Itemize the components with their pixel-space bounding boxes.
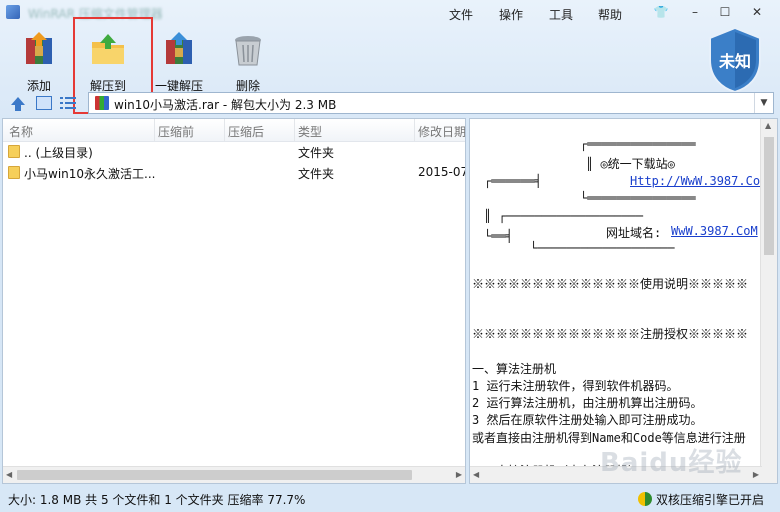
trash-bin-icon: [235, 36, 261, 66]
address-path: win10小马激活.rar - 解包大小为 2.3 MB: [114, 98, 337, 112]
preview-line: ┌═══════════════: [580, 137, 696, 151]
delete-button[interactable]: 删除: [216, 30, 280, 93]
column-type[interactable]: 类型: [298, 123, 322, 140]
menu-tools[interactable]: 工具: [549, 6, 573, 23]
status-summary: 大小: 1.8 MB 共 5 个文件和 1 个文件夹 压缩率 77.7%: [8, 493, 306, 507]
one-click-extract-icon: [166, 32, 192, 64]
vertical-scrollbar[interactable]: ▲: [760, 119, 777, 469]
file-name: 小马win10永久激活工...: [24, 167, 156, 181]
chevron-down-icon[interactable]: ▼: [754, 93, 773, 113]
engine-status-text: 双核压缩引擎已开启: [655, 493, 764, 507]
scrollbar-thumb[interactable]: [764, 137, 774, 255]
preview-line: └═══════════════: [580, 191, 696, 205]
preview-line: ║ ┌───────────────────: [484, 209, 643, 223]
scroll-right-icon[interactable]: ▶: [753, 470, 759, 479]
scrollbar-thumb[interactable]: [17, 470, 412, 480]
scroll-left-icon[interactable]: ◀: [6, 470, 12, 479]
preview-line: 1 运行未注册软件，得到软件机器码。: [472, 379, 679, 393]
list-item[interactable]: .. (上级目录) 文件夹: [3, 142, 465, 162]
scroll-right-icon[interactable]: ▶: [456, 470, 462, 479]
view-list-icon[interactable]: [60, 96, 76, 110]
preview-link[interactable]: WwW.3987.CoM: [671, 224, 758, 238]
folder-icon: [8, 166, 20, 179]
preview-link[interactable]: Http://WwW.3987.CoM: [630, 174, 762, 188]
preview-line: └───────────────────: [530, 241, 675, 255]
preview-line: 2 运行算法注册机，由注册机算出注册码。: [472, 396, 703, 410]
scroll-left-icon[interactable]: ◀: [473, 470, 479, 479]
file-date: 2015-07: [418, 165, 466, 179]
file-name: .. (上级目录): [24, 146, 93, 160]
list-item[interactable]: 小马win10永久激活工... 文件夹 2015-07: [3, 163, 465, 183]
baidu-watermark: Baidu经验: [600, 448, 743, 478]
add-button[interactable]: 添加: [7, 30, 71, 93]
preview-line: ┌══════╡: [484, 174, 542, 188]
file-list-header: 名称 压缩前 压缩后 类型 修改日期: [3, 119, 465, 142]
file-list[interactable]: 名称 压缩前 压缩后 类型 修改日期 .. (上级目录) 文件夹 小马win10…: [2, 118, 466, 484]
close-icon[interactable]: ✕: [748, 4, 766, 20]
column-size-after[interactable]: 压缩后: [228, 123, 264, 140]
shield-label: 未知: [718, 52, 751, 71]
archive-add-icon: [26, 32, 52, 64]
up-arrow-icon[interactable]: [10, 96, 26, 112]
preview-line: 网址域名:: [606, 226, 662, 240]
menu-help[interactable]: 帮助: [598, 6, 622, 23]
preview-line: ※※※※※※※※※※※※※※注册授权※※※※※: [472, 327, 749, 341]
rar-file-icon: [95, 96, 109, 110]
maximize-icon[interactable]: ☐: [716, 4, 734, 20]
column-modified-date[interactable]: 修改日期: [418, 123, 465, 140]
status-bar: 大小: 1.8 MB 共 5 个文件和 1 个文件夹 压缩率 77.7% 双核压…: [0, 486, 780, 512]
menu-file[interactable]: 文件: [449, 6, 473, 23]
address-bar[interactable]: win10小马激活.rar - 解包大小为 2.3 MB ▼: [88, 92, 774, 114]
dual-core-engine-icon: [637, 492, 652, 506]
skin-shirt-icon[interactable]: 👕: [652, 4, 670, 20]
security-shield-badge[interactable]: 未知: [706, 26, 764, 94]
app-icon: [6, 5, 20, 19]
file-type: 文件夹: [298, 167, 335, 181]
winrar-window: WinRAR 压缩文件管理器 文件 操作 工具 帮助 👕 – ☐ ✕ 添加 解压…: [0, 0, 780, 512]
preview-line: 一、算法注册机: [472, 362, 557, 376]
scroll-up-icon[interactable]: ▲: [765, 121, 771, 130]
preview-line: ║ ◎统一下载站◎: [586, 157, 675, 171]
add-label: 添加: [26, 79, 51, 93]
preview-content: ┌═══════════════ ║ ◎统一下载站◎ Http://WwW.39…: [470, 119, 762, 483]
preview-line: ※※※※※※※※※※※※※※使用说明※※※※※: [472, 277, 749, 291]
text-preview-pane[interactable]: ┌═══════════════ ║ ◎统一下载站◎ Http://WwW.39…: [469, 118, 778, 484]
file-type: 文件夹: [298, 146, 335, 160]
horizontal-scrollbar[interactable]: ◀ ▶: [3, 466, 465, 483]
folder-icon: [8, 145, 20, 158]
preview-line: └══╡: [484, 229, 513, 243]
view-thumbnail-icon[interactable]: [36, 96, 52, 110]
engine-status: 双核压缩引擎已开启: [637, 491, 764, 508]
preview-line: 3 然后在原软件注册处输入即可注册成功。: [472, 413, 703, 427]
scrollbar-corner: [761, 467, 777, 483]
column-name[interactable]: 名称: [9, 123, 33, 140]
menu-operation[interactable]: 操作: [499, 6, 523, 23]
minimize-icon[interactable]: –: [686, 4, 704, 20]
one-click-extract-button[interactable]: 一键解压: [147, 30, 211, 93]
column-size-before[interactable]: 压缩前: [158, 123, 194, 140]
